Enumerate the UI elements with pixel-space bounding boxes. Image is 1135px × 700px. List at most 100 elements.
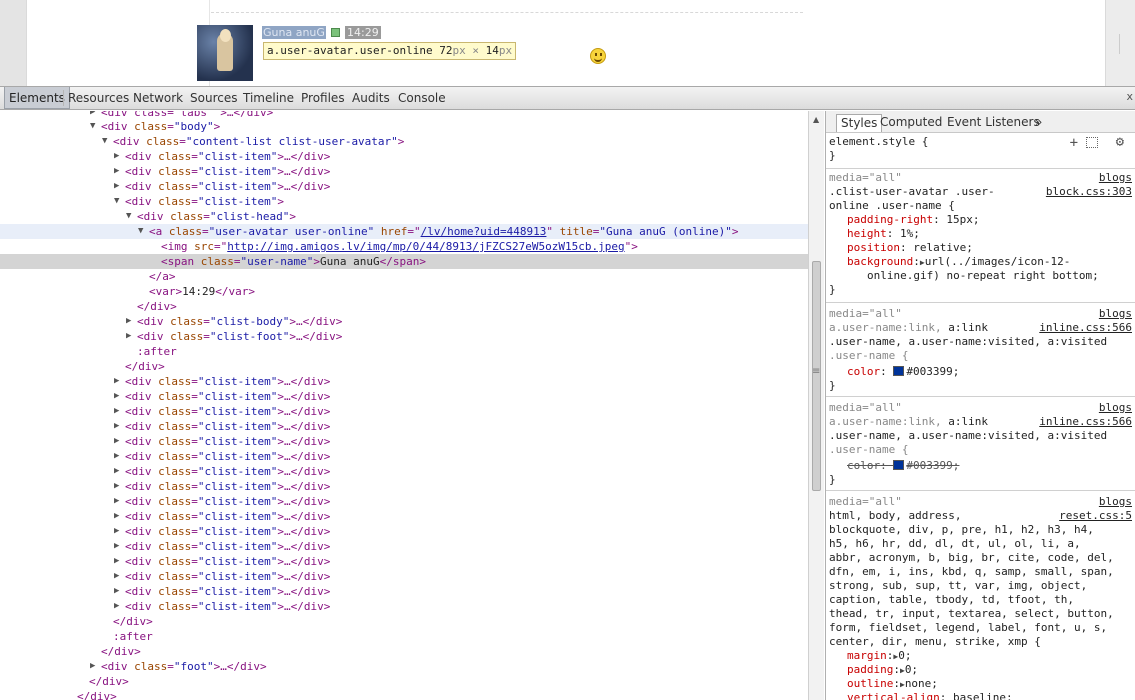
dom-node-clist-body[interactable]: ▶ <div class="clist-body">…</div> [0,314,808,329]
expand-triangle-icon[interactable]: ▶ [114,149,124,164]
expand-triangle-icon[interactable]: ▶ [114,554,124,569]
tab-console[interactable]: Console [394,87,450,109]
dom-node-clist-item[interactable]: ▶ <div class="clist-item">…</div> [0,569,808,584]
expand-triangle-icon[interactable]: ▶ [114,404,124,419]
color-swatch[interactable] [893,366,905,376]
dom-node-clist-item[interactable]: ▶ <div class="clist-item">…</div> [0,494,808,509]
dom-node-foot[interactable]: ▶ <div class="foot">…</div> [0,659,808,674]
tab-computed[interactable]: Computed [876,114,946,132]
dom-node-clist-item[interactable]: ▶ <div class="clist-item">…</div> [0,179,808,194]
add-rule-icon[interactable]: + [1070,135,1078,151]
expand-triangle-icon[interactable]: ▶ [114,524,124,539]
dom-node-user-name-span[interactable]: <span class="user-name">Guna anuG</span> [0,254,808,269]
tab-audits[interactable]: Audits [348,87,394,109]
rule-user-name-link-overridden[interactable]: media="all" blogs a.user-name:link, a:li… [826,397,1135,491]
dom-node-clist-item[interactable]: ▶ <div class="clist-item">…</div> [0,419,808,434]
source-link[interactable]: blogs [1099,495,1132,509]
elements-dom-tree[interactable]: ▶ <div class="tabs" >…</div> ▼ <div clas… [0,111,808,700]
color-swatch[interactable] [893,460,905,470]
collapse-triangle-icon[interactable]: ▼ [102,134,112,149]
tab-profiles[interactable]: Profiles [297,87,349,109]
source-link-inline-css[interactable]: inline.css:566 [1039,321,1132,335]
href-link[interactable]: /lv/home?uid=448913 [421,225,547,238]
dom-node-clist-item[interactable]: ▶ <div class="clist-item">…</div> [0,389,808,404]
tab-elements[interactable]: Elements [4,87,70,109]
tab-sources[interactable]: Sources [186,87,241,109]
dom-node-close-div[interactable]: </div> [0,614,808,629]
expand-triangle-icon[interactable]: ▶ [114,164,124,179]
tab-more[interactable]: » [1031,114,1046,132]
dom-node-after-pseudo[interactable]: :after [0,344,808,359]
tab-resources[interactable]: Resources [64,87,133,109]
tab-network[interactable]: Network [129,87,187,109]
dom-node-clist-item[interactable]: ▶ <div class="clist-item">…</div> [0,434,808,449]
source-link[interactable]: blogs [1099,401,1132,415]
expand-triangle-icon[interactable]: ▶ [114,599,124,614]
rule-element-style[interactable]: element.style { + ⚙ } [826,133,1135,169]
dom-node-clist-item[interactable]: ▶ <div class="clist-item">…</div> [0,599,808,614]
expand-triangle-icon[interactable]: ▶ [114,539,124,554]
dom-node-close-a[interactable]: </a> [0,269,808,284]
element-picker-icon[interactable] [1086,137,1098,148]
rule-reset-css[interactable]: media="all" blogs reset.css:5 html, body… [826,491,1135,700]
dom-node-clist-head[interactable]: ▼ <div class="clist-head"> [0,209,808,224]
dom-node-clist-foot[interactable]: ▶ <div class="clist-foot">…</div> [0,329,808,344]
source-link-block-css[interactable]: block.css:303 [1046,185,1132,199]
dom-node-clist-item[interactable]: ▶ <div class="clist-item">…</div> [0,554,808,569]
expand-triangle-icon[interactable]: ▶ [114,464,124,479]
expand-triangle-icon[interactable]: ▶ [114,479,124,494]
page-scrollbar[interactable] [1119,34,1127,54]
dom-node-clist-item-expanded[interactable]: ▼ <div class="clist-item"> [0,194,808,209]
dom-node-clist-item[interactable]: ▶ <div class="clist-item">…</div> [0,374,808,389]
collapse-triangle-icon[interactable]: ▼ [126,209,136,224]
img-src-link[interactable]: http://img.amigos.lv/img/mp/0/44/8913/jF… [227,240,624,253]
dom-node-close-div[interactable]: </div> [0,689,808,700]
source-link-reset-css[interactable]: reset.css:5 [1059,509,1132,523]
dom-node-var[interactable]: <var>14:29</var> [0,284,808,299]
user-avatar-image[interactable] [197,25,253,81]
tab-timeline[interactable]: Timeline [239,87,298,109]
tab-event-listeners[interactable]: Event Listeners [943,114,1044,132]
expand-triangle-icon[interactable]: ▶ [114,419,124,434]
dom-node-clist-item[interactable]: ▶ <div class="clist-item">…</div> [0,449,808,464]
dom-node-clist-item[interactable]: ▶ <div class="clist-item">…</div> [0,479,808,494]
source-link[interactable]: blogs [1099,307,1132,321]
expand-triangle-icon[interactable]: ▶ [114,434,124,449]
expand-triangle-icon[interactable]: ▶ [114,389,124,404]
dom-node-close-div[interactable]: </div> [0,644,808,659]
dom-node-clist-item[interactable]: ▶ <div class="clist-item">…</div> [0,404,808,419]
collapse-triangle-icon[interactable]: ▼ [90,119,100,134]
dom-node-clist-item[interactable]: ▶ <div class="clist-item">…</div> [0,584,808,599]
collapse-triangle-icon[interactable]: ▼ [138,224,148,239]
rule-user-name-link[interactable]: media="all" blogs a.user-name:link, a:li… [826,303,1135,397]
dom-node-clist-item[interactable]: ▶ <div class="clist-item">…</div> [0,539,808,554]
dom-node-close-div[interactable]: </div> [0,359,808,374]
dom-node-body[interactable]: ▼ <div class="body"> [0,119,808,134]
expand-triangle-icon[interactable]: ▶ [126,329,136,344]
collapse-triangle-icon[interactable]: ▼ [114,194,124,209]
gear-icon[interactable]: ⚙ [1116,134,1124,150]
scroll-up-icon[interactable]: ▲ [813,115,819,124]
expand-triangle-icon[interactable]: ▶ [90,659,100,674]
dom-node-content-list[interactable]: ▼ <div class="content-list clist-user-av… [0,134,808,149]
dom-node-after-pseudo[interactable]: :after [0,629,808,644]
dom-node-clist-item[interactable]: ▶ <div class="clist-item">…</div> [0,509,808,524]
expand-triangle-icon[interactable]: ▶ [114,179,124,194]
highlighted-user-name[interactable]: Guna anuG [262,26,326,39]
dom-node-img[interactable]: <img src="http://img.amigos.lv/img/mp/0/… [0,239,808,254]
splitter-grip-icon[interactable]: ≡ [812,366,820,377]
source-link[interactable]: blogs [1099,171,1132,185]
elements-scrollbar[interactable]: ▲ ≡ [808,111,824,700]
dom-node-clist-item[interactable]: ▶ <div class="clist-item">…</div> [0,149,808,164]
expand-triangle-icon[interactable]: ▶ [114,584,124,599]
source-link-inline-css[interactable]: inline.css:566 [1039,415,1132,429]
close-devtools-icon[interactable]: x [1126,90,1133,103]
expand-triangle-icon[interactable]: ▶ [114,494,124,509]
dom-node-clist-item[interactable]: ▶ <div class="clist-item">…</div> [0,464,808,479]
dom-node-clist-item[interactable]: ▶ <div class="clist-item">…</div> [0,524,808,539]
expand-triangle-icon[interactable]: ▶ [114,509,124,524]
expand-triangle-icon[interactable]: ▶ [114,374,124,389]
expand-triangle-icon[interactable]: ▶ [126,314,136,329]
dom-node-close-div[interactable]: </div> [0,299,808,314]
rule-clist-user-avatar[interactable]: media="all" blogs .clist-user-avatar .us… [826,169,1135,303]
